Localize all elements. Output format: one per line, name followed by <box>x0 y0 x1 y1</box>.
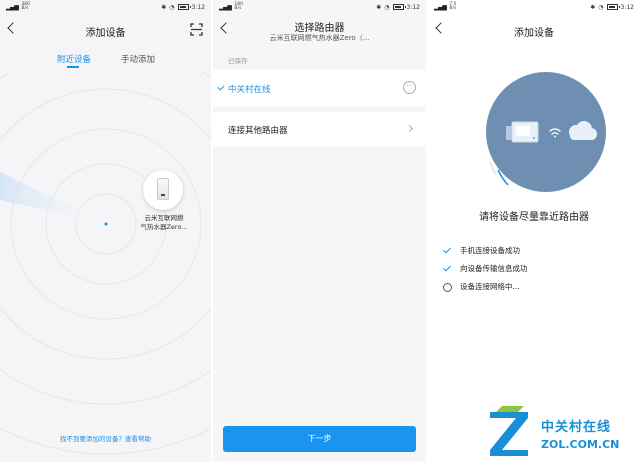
signal-icon: ▂▄▆ <box>6 3 19 11</box>
net-speed: 180 B/s <box>234 2 243 11</box>
tab-nearby-devices[interactable]: 附近设备 <box>57 53 91 65</box>
help-link[interactable]: 找不到要添加的设备？查看帮助 <box>0 433 211 443</box>
wifi-status-icon: ◔ <box>384 3 390 11</box>
saved-network-name: 中关村在线 <box>228 85 271 95</box>
other-router-row[interactable]: 连接其他路由器 <box>213 112 426 146</box>
bluetooth-icon: ✱ <box>161 3 167 11</box>
bluetooth-icon: ✱ <box>376 3 382 11</box>
status-bar: ▂▄▆ 380 B/s ✱ ◔ 3:12 <box>0 0 211 14</box>
select-router-screen: ▂▄▆ 180 B/s ✱ ◔ 3:12 选择路由器 云米互联网燃气热水器Zero… <box>213 0 426 462</box>
radar-scan-graphic <box>0 72 211 455</box>
watermark-name: 中关村在线 <box>541 420 612 435</box>
other-router-label: 连接其他路由器 <box>228 126 288 136</box>
bluetooth-icon: ✱ <box>590 3 596 11</box>
step-network-connecting: 设备连接网络中... <box>442 281 520 292</box>
check-icon <box>442 264 454 274</box>
pending-circle-icon <box>442 282 454 292</box>
check-icon <box>442 246 454 256</box>
watermark-url: ZOL.COM.CN <box>541 438 620 451</box>
chevron-right-icon <box>405 124 414 133</box>
move-closer-hint: 请将设备尽量靠近路由器 <box>479 212 589 223</box>
battery-icon <box>177 4 191 10</box>
wifi-status-icon: ◔ <box>598 3 604 11</box>
connecting-screen: ▂▄▆ 7.5 B/s ✱ ◔ 3:12 添加设备 请将设备尽量靠近路由器 手机… <box>428 0 640 462</box>
scan-icon[interactable] <box>190 23 203 36</box>
signal-icon: ▂▄▆ <box>434 3 447 11</box>
add-device-screen: ▂▄▆ 380 B/s ✱ ◔ 3:12 添加设备 附近设备 手动添加 云米互联… <box>0 0 211 462</box>
clock: 3:12 <box>620 3 634 11</box>
status-bar: ▂▄▆ 7.5 B/s ✱ ◔ 3:12 <box>428 0 640 14</box>
net-speed: 380 B/s <box>21 2 30 11</box>
signal-icon: ▂▄▆ <box>219 3 232 11</box>
tab-manual-add[interactable]: 手动添加 <box>121 53 155 65</box>
more-options-icon[interactable]: ··· <box>403 81 416 94</box>
device-to-cloud-illustration <box>486 72 606 192</box>
top-bar: 添加设备 <box>428 17 640 43</box>
battery-icon <box>392 4 406 10</box>
page-title: 添加设备 <box>85 28 126 39</box>
water-heater-icon <box>157 178 169 200</box>
page-title: 添加设备 <box>514 28 554 39</box>
device-subtitle: 云米互联网燃气热水器Zero（... <box>269 34 370 42</box>
net-speed: 7.5 B/s <box>449 2 457 11</box>
next-button[interactable]: 下一步 <box>223 426 416 452</box>
step-info-transferred: 向设备传输信息成功 <box>442 263 528 274</box>
step-phone-connected: 手机连接设备成功 <box>442 245 520 256</box>
saved-network-row[interactable]: 中关村在线 ··· <box>213 70 426 106</box>
tab-bar: 附近设备 手动添加 <box>0 53 211 68</box>
saved-section-label: 已保存 <box>228 57 248 65</box>
active-tab-indicator <box>67 66 79 68</box>
battery-icon <box>606 4 620 10</box>
clock: 3:12 <box>191 3 205 11</box>
top-bar: 添加设备 <box>0 17 211 43</box>
selected-check-icon <box>217 83 225 91</box>
device-name[interactable]: 云米互联网燃 气热水器Zero... <box>134 214 194 232</box>
page-title: 选择路由器 <box>294 23 345 34</box>
status-bar: ▂▄▆ 180 B/s ✱ ◔ 3:12 <box>213 0 426 14</box>
wifi-status-icon: ◔ <box>169 3 175 11</box>
clock: 3:12 <box>406 3 420 11</box>
